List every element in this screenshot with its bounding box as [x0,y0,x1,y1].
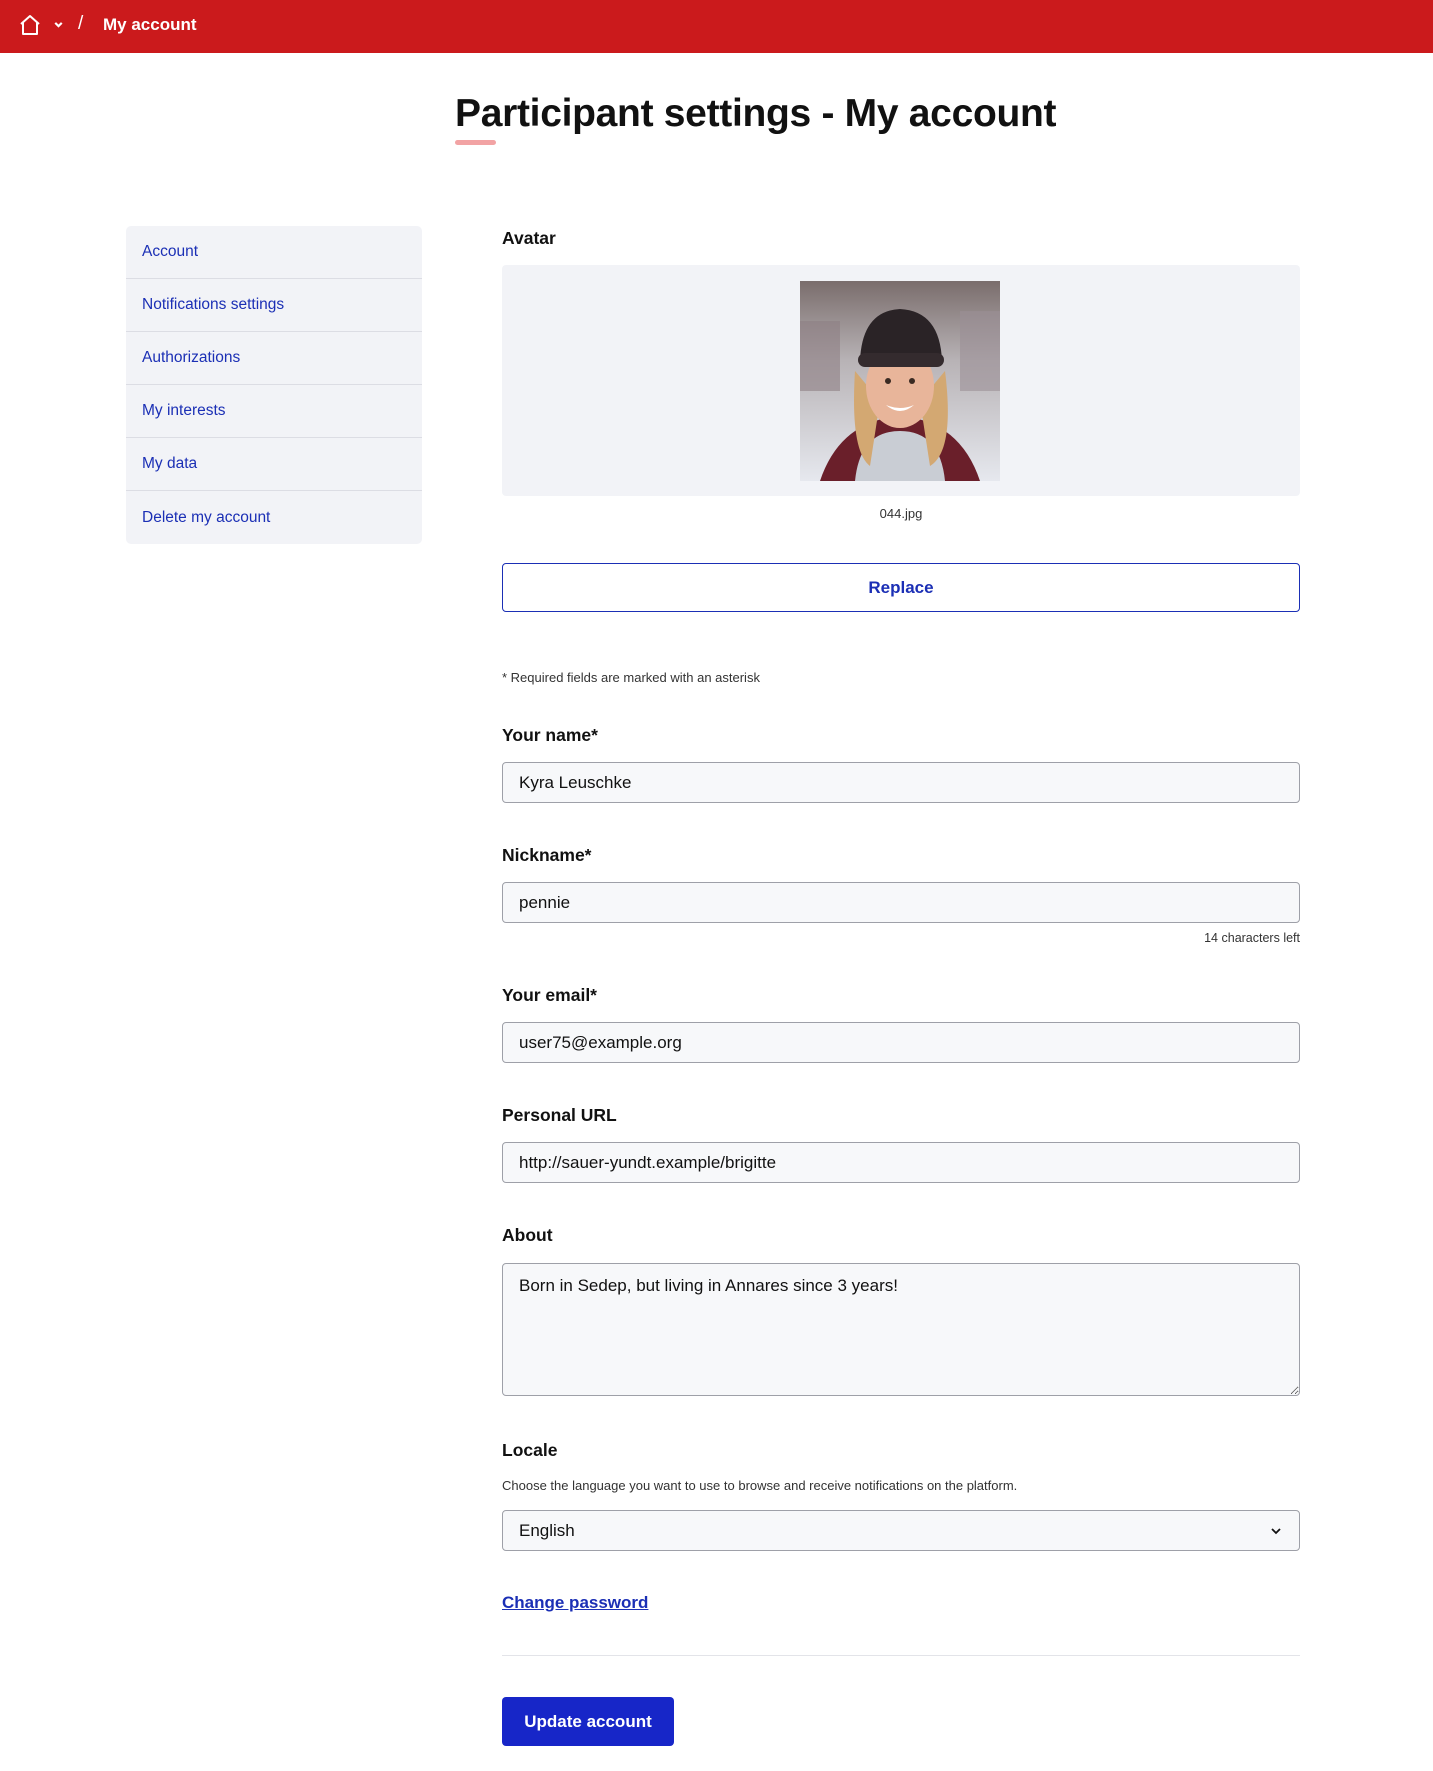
chevron-down-icon [1271,1527,1281,1534]
about-textarea[interactable]: Born in Sedep, but living in Annares sin… [502,1263,1300,1396]
required-fields-note: * Required fields are marked with an ast… [502,670,760,685]
page-title: Participant settings - My account [455,92,1057,135]
avatar-image [800,281,1000,481]
sidebar-item-account[interactable]: Account [126,226,422,279]
avatar-preview-area [502,265,1300,496]
avatar-label: Avatar [502,228,556,248]
breadcrumb-current[interactable]: My account [103,15,197,35]
sidebar-item-authorizations[interactable]: Authorizations [126,332,422,385]
about-label: About [502,1225,553,1245]
locale-label: Locale [502,1440,558,1460]
sidebar-item-my-interests[interactable]: My interests [126,385,422,438]
replace-avatar-button[interactable]: Replace [502,563,1300,612]
home-icon[interactable] [18,13,42,37]
avatar-filename: 044.jpg [879,506,923,521]
locale-select[interactable]: English [502,1510,1300,1551]
sidebar-item-my-data[interactable]: My data [126,438,422,491]
sidebar-item-delete-my-account[interactable]: Delete my account [126,491,422,544]
name-label: Your name* [502,725,598,745]
nickname-label: Nickname* [502,845,592,865]
locale-selected-value: English [519,1520,575,1540]
personal-url-label: Personal URL [502,1105,617,1125]
sidebar-item-notifications-settings[interactable]: Notifications settings [126,279,422,332]
personal-url-field[interactable] [502,1142,1300,1183]
email-field[interactable] [502,1022,1300,1063]
locale-help-text: Choose the language you want to use to b… [502,1478,1018,1493]
name-field[interactable] [502,762,1300,803]
nickname-field[interactable] [502,882,1300,923]
change-password-link[interactable]: Change password [502,1593,648,1613]
breadcrumb-separator: / [78,13,84,34]
settings-sidebar: Account Notifications settings Authoriza… [126,226,422,544]
email-label: Your email* [502,985,597,1005]
top-bar: / My account [0,0,1433,53]
chevron-down-icon[interactable] [52,18,65,31]
nickname-characters-left: 14 characters left [1204,931,1300,945]
form-divider [502,1655,1300,1656]
title-underline [455,140,496,145]
update-account-button[interactable]: Update account [502,1697,674,1746]
